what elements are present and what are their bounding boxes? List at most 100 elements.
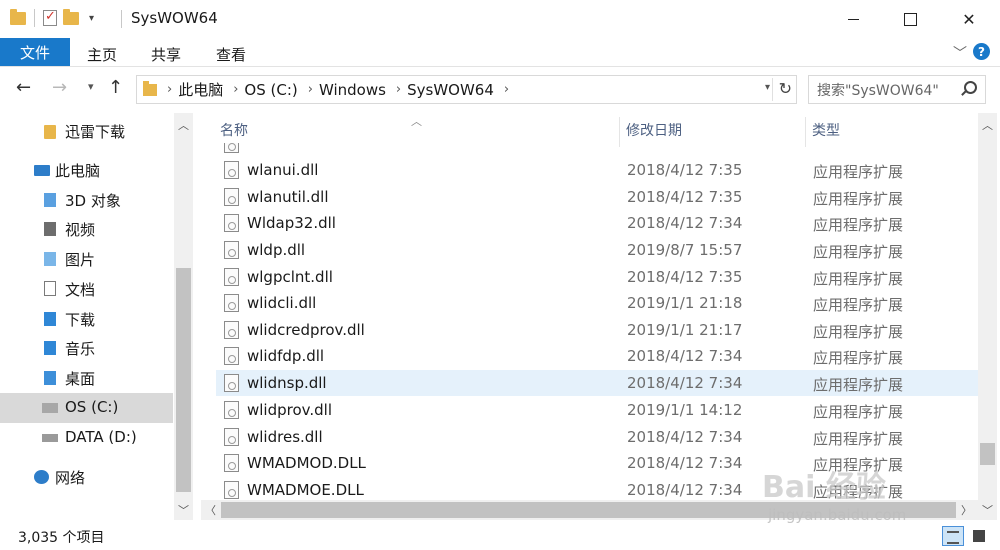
sidebar-item-documents[interactable]: 文档 <box>0 274 173 304</box>
sidebar-scrollbar[interactable]: ︿ ﹀ <box>174 113 193 520</box>
sidebar-item-pictures[interactable]: 图片 <box>0 244 173 274</box>
table-row[interactable]: wlidprov.dll 2019/1/1 14:12 应用程序扩展 <box>216 397 978 423</box>
tab-file[interactable]: 文件 <box>0 38 70 66</box>
back-button[interactable]: ← <box>16 77 31 98</box>
computer-icon <box>34 165 50 176</box>
table-row[interactable]: wlidfdp.dll 2018/4/12 7:34 应用程序扩展 <box>216 343 978 369</box>
customize-toolbar-dropdown-icon[interactable]: ▾ <box>89 13 94 24</box>
recent-locations-dropdown-icon[interactable]: ▾ <box>88 80 94 93</box>
file-date: 2018/4/12 7:34 <box>627 347 743 365</box>
chevron-down-icon[interactable]: ﹀ <box>982 502 993 518</box>
table-row[interactable]: wldp.dll 2019/8/7 15:57 应用程序扩展 <box>216 237 978 263</box>
breadcrumb-windows[interactable]: Windows <box>319 81 386 99</box>
chevron-right-icon[interactable]: › <box>308 82 313 97</box>
sidebar-item-label: 下载 <box>65 311 96 329</box>
maximize-button[interactable] <box>887 0 933 38</box>
column-header-type[interactable]: 类型 <box>812 113 978 147</box>
chevron-right-icon[interactable]: 〉 <box>961 502 972 518</box>
table-row[interactable]: wlanutil.dll 2018/4/12 7:35 应用程序扩展 <box>216 184 978 210</box>
scrollbar-thumb[interactable] <box>221 502 956 518</box>
file-name: WMADMOD.DLL <box>247 454 366 472</box>
tab-view[interactable]: 查看 <box>216 44 246 65</box>
sidebar-item-music[interactable]: 音乐 <box>0 333 173 363</box>
network-icon <box>34 470 49 484</box>
file-name: wlidnsp.dll <box>247 374 327 392</box>
dll-file-icon <box>224 428 239 446</box>
minimize-button[interactable] <box>830 0 876 38</box>
sidebar-item-downloads[interactable]: 下载 <box>0 304 173 334</box>
file-type: 应用程序扩展 <box>813 323 904 341</box>
file-list-horizontal-scrollbar[interactable]: 〈 〉 <box>201 500 978 520</box>
scrollbar-thumb[interactable] <box>176 268 191 492</box>
file-date: 2018/4/12 7:34 <box>627 454 743 472</box>
up-button[interactable]: ↑ <box>108 77 123 98</box>
table-row[interactable]: Wldap32.dll 2018/4/12 7:34 应用程序扩展 <box>216 210 978 236</box>
table-row[interactable]: wlgpclnt.dll 2018/4/12 7:35 应用程序扩展 <box>216 264 978 290</box>
chevron-right-icon[interactable]: › <box>504 82 509 97</box>
file-list: ︿ 名称 修改日期 类型 wlanui.dll 2018/4/12 7:35 应… <box>201 113 978 501</box>
table-row-partial[interactable] <box>216 143 978 153</box>
tab-share[interactable]: 共享 <box>151 44 181 65</box>
table-row[interactable]: wlanui.dll 2018/4/12 7:35 应用程序扩展 <box>216 157 978 183</box>
divider <box>772 78 773 101</box>
sidebar-item-desktop[interactable]: 桌面 <box>0 363 173 393</box>
table-row[interactable]: wlidcredprov.dll 2019/1/1 21:17 应用程序扩展 <box>216 317 978 343</box>
scrollbar-thumb[interactable] <box>980 443 995 465</box>
table-row[interactable]: WMADMOE.DLL 2018/4/12 7:34 应用程序扩展 <box>216 477 978 501</box>
chevron-right-icon[interactable]: › <box>167 82 172 97</box>
large-icons-view-icon[interactable] <box>969 526 991 546</box>
chevron-down-icon[interactable]: ﹀ <box>178 502 189 518</box>
file-list-vertical-scrollbar[interactable]: ︿ ﹀ <box>978 113 997 520</box>
table-row[interactable]: wlidcli.dll 2019/1/1 21:18 应用程序扩展 <box>216 290 978 316</box>
dll-file-icon <box>224 188 239 206</box>
address-bar[interactable]: › 此电脑 › OS (C:) › Windows › SysWOW64 › ▾… <box>136 75 797 104</box>
chevron-right-icon[interactable]: › <box>396 82 401 97</box>
file-date: 2018/4/12 7:35 <box>627 268 743 286</box>
sidebar-item-xunlei-downloads[interactable]: 迅雷下载 <box>0 116 173 146</box>
tab-home[interactable]: 主页 <box>87 44 117 65</box>
forward-button[interactable]: → <box>52 77 67 98</box>
breadcrumb-syswow64[interactable]: SysWOW64 <box>407 81 494 99</box>
refresh-icon[interactable]: ↻ <box>779 79 792 98</box>
sidebar-item-label: DATA (D:) <box>65 428 137 446</box>
sidebar-item-videos[interactable]: 视频 <box>0 214 173 244</box>
folder-icon <box>44 125 56 139</box>
expand-ribbon-icon[interactable]: ﹀ <box>953 43 967 63</box>
divider <box>34 9 35 27</box>
file-name: WMADMOE.DLL <box>247 481 364 499</box>
column-header-name[interactable]: 名称 <box>220 113 618 147</box>
file-type: 应用程序扩展 <box>813 430 904 448</box>
folder-icon[interactable] <box>10 8 26 25</box>
table-row[interactable]: wlidres.dll 2018/4/12 7:34 应用程序扩展 <box>216 424 978 450</box>
chevron-left-icon[interactable]: 〈 <box>205 502 216 518</box>
address-dropdown-icon[interactable]: ▾ <box>765 82 770 93</box>
breadcrumb-os-c[interactable]: OS (C:) <box>244 81 297 99</box>
column-header-date[interactable]: 修改日期 <box>626 113 806 147</box>
properties-icon[interactable] <box>43 9 57 26</box>
sidebar-item-data-d[interactable]: DATA (D:) <box>0 423 173 453</box>
dll-file-icon <box>224 454 239 472</box>
chevron-up-icon[interactable]: ︿ <box>982 117 993 133</box>
details-view-icon[interactable] <box>942 526 964 546</box>
chevron-up-icon[interactable]: ︿ <box>178 117 189 133</box>
sidebar-item-3d-objects[interactable]: 3D 对象 <box>0 185 173 215</box>
help-icon[interactable]: ? <box>973 43 990 60</box>
table-row[interactable]: WMADMOD.DLL 2018/4/12 7:34 应用程序扩展 <box>216 450 978 476</box>
navigation-pane: 迅雷下载 此电脑 3D 对象 视频 图片 文档 下载 音乐 桌面 OS (C:)… <box>0 113 193 520</box>
dll-file-icon <box>224 481 239 499</box>
sidebar-item-label: 网络 <box>55 469 86 487</box>
sidebar-item-network[interactable]: 网络 <box>0 462 173 492</box>
dll-file-icon <box>224 241 239 259</box>
search-input[interactable]: 搜索"SysWOW64" <box>808 75 986 104</box>
breadcrumb-this-pc[interactable]: 此电脑 <box>178 79 223 100</box>
close-button[interactable]: ✕ <box>946 0 992 38</box>
file-type: 应用程序扩展 <box>813 296 904 314</box>
new-folder-icon[interactable] <box>63 8 79 25</box>
desktop-icon <box>44 371 56 385</box>
sidebar-item-this-pc[interactable]: 此电脑 <box>0 155 173 185</box>
table-row-hovered[interactable]: wlidnsp.dll 2018/4/12 7:34 应用程序扩展 <box>216 370 978 396</box>
sidebar-item-os-c[interactable]: OS (C:) <box>0 393 173 423</box>
dll-file-icon <box>224 401 239 419</box>
search-icon[interactable] <box>964 81 977 94</box>
chevron-right-icon[interactable]: › <box>233 82 238 97</box>
